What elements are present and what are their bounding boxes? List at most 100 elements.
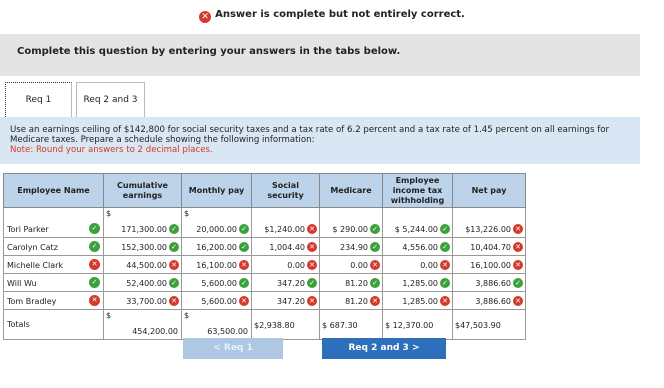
ss-input[interactable]: $1,240.00 ✕ (251, 207, 320, 238)
monthly-input[interactable]: $20,000.00 ✓ (181, 207, 252, 238)
total-medicare: $ 687.30 (319, 309, 383, 340)
check-circle-icon: ✓ (239, 224, 249, 234)
net-input[interactable]: 10,404.70 ✕ (452, 237, 526, 256)
x-circle-icon: ✕ (513, 296, 523, 306)
monthly-input[interactable]: 5,600.00 ✕ (181, 291, 252, 310)
medicare-value: 81.20 (345, 279, 368, 288)
next-req-button[interactable]: Req 2 and 3 > (322, 338, 446, 359)
net-value: 10,404.70 (470, 243, 511, 252)
monthly-input[interactable]: 16,200.00 ✓ (181, 237, 252, 256)
total-net-value: $47,503.90 (455, 321, 501, 330)
question-prompt: Use an earnings ceiling of $142,800 for … (0, 117, 640, 164)
x-circle-icon: ✕ (370, 260, 380, 270)
tax-input[interactable]: $ 5,244.00 ✓ (382, 207, 453, 238)
check-circle-icon: ✓ (440, 224, 450, 234)
prev-req-button[interactable]: < Req 1 (183, 338, 283, 359)
result-status-text: Answer is complete but not entirely corr… (215, 9, 465, 20)
monthly-input[interactable]: 16,100.00 ✕ (181, 255, 252, 274)
table-row: Tom Bradley ✕ 33,700.00 ✕ 5,600.00 ✕ 347.20 ✕ 81… (3, 291, 526, 310)
x-circle-icon: ✕ (307, 296, 317, 306)
currency-symbol: $ (184, 311, 190, 320)
employee-name: Tom Bradley (7, 297, 57, 306)
net-value: 3,886.60 (475, 297, 511, 306)
employee-name-cell[interactable]: Carolyn Catz ✓ (3, 237, 104, 256)
currency-symbol: $ (184, 209, 190, 218)
x-circle-icon: ✕ (169, 296, 179, 306)
header-social-security: Social security (251, 173, 320, 208)
tax-input[interactable]: 1,285.00 ✓ (382, 273, 453, 292)
medicare-input[interactable]: 81.20 ✕ (319, 291, 383, 310)
x-circle-icon: ✕ (307, 242, 317, 252)
tax-input[interactable]: 0.00 ✕ (382, 255, 453, 274)
x-circle-icon: ✕ (513, 242, 523, 252)
ss-input[interactable]: 1,004.40 ✕ (251, 237, 320, 256)
cumulative-input[interactable]: $171,300.00 ✓ (103, 207, 182, 238)
employee-name-cell[interactable]: Will Wu ✓ (3, 273, 104, 292)
ss-input[interactable]: 347.20 ✕ (251, 291, 320, 310)
tax-value: 1,285.00 (402, 297, 438, 306)
monthly-value: 16,100.00 (196, 261, 237, 270)
check-circle-icon: ✓ (370, 224, 380, 234)
tax-value: $ 5,244.00 (394, 225, 438, 234)
check-circle-icon: ✓ (169, 278, 179, 288)
total-ss-value: $2,938.80 (254, 321, 295, 330)
x-circle-icon: ✕ (239, 296, 249, 306)
tax-value: 1,285.00 (402, 279, 438, 288)
net-input[interactable]: 3,886.60 ✕ (452, 291, 526, 310)
cumulative-input[interactable]: 52,400.00 ✓ (103, 273, 182, 292)
ss-value: 347.20 (277, 297, 305, 306)
monthly-value: 16,200.00 (196, 243, 237, 252)
net-value: 3,886.60 (475, 279, 511, 288)
employee-name-cell[interactable]: Tori Parker ✓ (3, 207, 104, 238)
tab-req-1[interactable]: Req 1 (5, 82, 72, 117)
table-row: Tori Parker ✓ $171,300.00 ✓ $20,000.00 ✓ $1,24… (3, 207, 526, 238)
medicare-input[interactable]: 81.20 ✓ (319, 273, 383, 292)
header-income-tax: Employee income tax withholding (382, 173, 453, 208)
cumulative-value: 152,300.00 (121, 243, 167, 252)
table-row: Carolyn Catz ✓ 152,300.00 ✓ 16,200.00 ✓ 1,004.… (3, 237, 526, 256)
cumulative-input[interactable]: 33,700.00 ✕ (103, 291, 182, 310)
tax-value: 4,556.00 (402, 243, 438, 252)
net-input[interactable]: 3,886.60 ✓ (452, 273, 526, 292)
medicare-input[interactable]: 234.90 ✓ (319, 237, 383, 256)
medicare-input[interactable]: $ 290.00 ✓ (319, 207, 383, 238)
tax-input[interactable]: 4,556.00 ✓ (382, 237, 453, 256)
employee-name-cell[interactable]: Michelle Clark ✕ (3, 255, 104, 274)
x-circle-icon: ✕ (199, 11, 212, 23)
monthly-value: 20,000.00 (196, 225, 237, 234)
tab-req-2-and-3[interactable]: Req 2 and 3 (76, 82, 145, 117)
cumulative-value: 33,700.00 (126, 297, 167, 306)
medicare-input[interactable]: 0.00 ✕ (319, 255, 383, 274)
cumulative-input[interactable]: 44,500.00 ✕ (103, 255, 182, 274)
prompt-text: Use an earnings ceiling of $142,800 for … (10, 125, 610, 145)
instruction-banner: Complete this question by entering your … (0, 34, 640, 76)
check-circle-icon: ✓ (440, 242, 450, 252)
x-circle-icon: ✕ (89, 259, 100, 270)
net-input[interactable]: 16,100.00 ✕ (452, 255, 526, 274)
x-circle-icon: ✕ (513, 224, 523, 234)
totals-label: Totals (3, 309, 104, 340)
ss-input[interactable]: 0.00 ✕ (251, 255, 320, 274)
x-circle-icon: ✕ (239, 260, 249, 270)
header-cumulative-earnings: Cumulative earnings (103, 173, 182, 208)
employee-name: Carolyn Catz (7, 243, 58, 252)
check-circle-icon: ✓ (89, 277, 100, 288)
ss-value: 1,004.40 (269, 243, 305, 252)
x-circle-icon: ✕ (513, 260, 523, 270)
table-header-row: Employee Name Cumulative earnings Monthl… (3, 173, 526, 208)
employee-name-cell[interactable]: Tom Bradley ✕ (3, 291, 104, 310)
medicare-value: 0.00 (350, 261, 368, 270)
ss-value: 0.00 (287, 261, 305, 270)
total-net: $47,503.90 (452, 309, 526, 340)
tax-input[interactable]: 1,285.00 ✕ (382, 291, 453, 310)
header-medicare: Medicare (319, 173, 383, 208)
ss-input[interactable]: 347.20 ✓ (251, 273, 320, 292)
total-tax-value: $ 12,370.00 (385, 321, 434, 330)
monthly-input[interactable]: 5,600.00 ✓ (181, 273, 252, 292)
x-circle-icon: ✕ (307, 260, 317, 270)
total-tax: $ 12,370.00 (382, 309, 453, 340)
cumulative-input[interactable]: 152,300.00 ✓ (103, 237, 182, 256)
check-circle-icon: ✓ (307, 278, 317, 288)
table-row: Michelle Clark ✕ 44,500.00 ✕ 16,100.00 ✕ 0.00 ✕… (3, 255, 526, 274)
net-input[interactable]: $13,226.00 ✕ (452, 207, 526, 238)
